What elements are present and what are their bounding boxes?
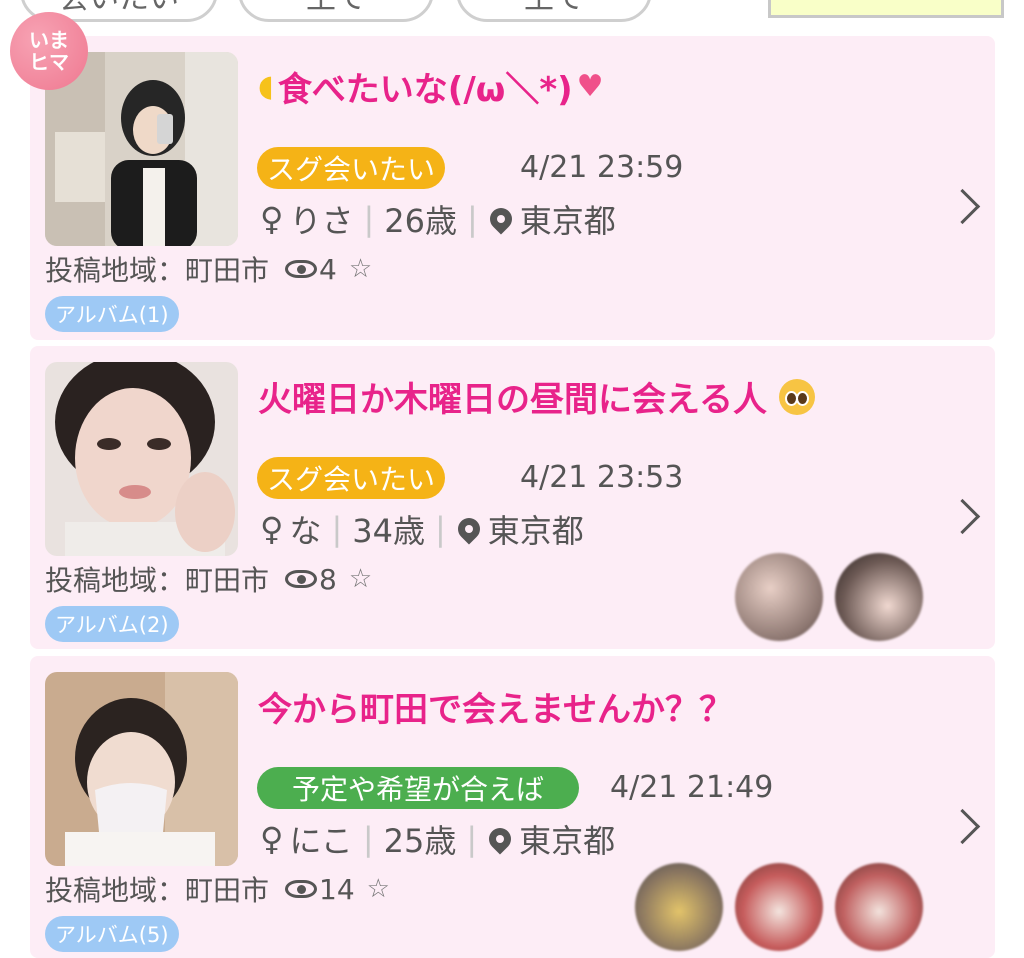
filter-label: 会いたい — [59, 0, 179, 17]
user-age: 26歳 — [384, 202, 457, 240]
chevron-right-icon[interactable] — [944, 188, 981, 225]
album-label: アルバム(2) — [55, 613, 169, 637]
hima-badge-line-2: ヒマ — [29, 50, 69, 74]
user-name: りさ — [289, 202, 354, 240]
female-icon: ♀ — [260, 200, 284, 238]
divider: | — [362, 820, 374, 858]
post-datetime: 4/21 23:59 — [520, 150, 684, 185]
album-thumbnail[interactable] — [835, 863, 923, 951]
pleading-face-emoji-icon — [778, 378, 815, 415]
filter-label: 土で — [524, 0, 584, 17]
post-region-row: 投稿地域：町田市 8 ☆ — [45, 559, 372, 599]
status-text: 予定や希望が合えば — [291, 773, 544, 806]
view-count: 8 — [319, 562, 337, 596]
user-meta: ♀ りさ | 26歳 | 東京都 — [260, 196, 616, 242]
user-location: 東京都 — [519, 822, 616, 860]
post-title-text: 今から町田で会えませんか？？ — [258, 690, 733, 730]
profile-photo — [45, 672, 238, 866]
user-location: 東京都 — [487, 512, 584, 550]
album-label: アルバム(5) — [55, 923, 169, 947]
album-badge[interactable]: アルバム(2) — [45, 606, 179, 642]
star-icon[interactable]: ☆ — [349, 254, 372, 284]
post-region-row: 投稿地域：町田市 14 ☆ — [45, 869, 390, 909]
view-count: 14 — [319, 872, 355, 906]
post-card[interactable]: 火曜日か木曜日の昼間に会える人 スグ会いたい 4/21 23:53 ♀ な | … — [30, 346, 995, 649]
user-name: にこ — [289, 822, 353, 860]
status-badge: スグ会いたい — [257, 147, 445, 189]
album-thumbnail[interactable] — [835, 553, 923, 641]
star-icon[interactable]: ☆ — [367, 874, 390, 904]
status-text: スグ会いたい — [266, 153, 435, 186]
post-card[interactable]: いま ヒマ ◖ 食べたいな(/ω＼*) ♥ スグ会いたい 4/21 23:59 … — [10, 12, 995, 340]
status-text: スグ会いたい — [266, 463, 435, 496]
album-thumbnail[interactable] — [635, 863, 723, 951]
map-pin-icon — [453, 513, 485, 545]
profile-photo — [45, 52, 238, 246]
eye-icon — [285, 570, 318, 588]
filter-pill-3[interactable]: 土で — [456, 0, 652, 22]
divider: | — [331, 510, 343, 548]
user-meta: ♀ な | 34歳 | 東京都 — [260, 506, 584, 552]
album-badge[interactable]: アルバム(5) — [45, 916, 179, 952]
user-name: な — [289, 512, 322, 550]
user-location: 東京都 — [519, 202, 616, 240]
post-datetime: 4/21 23:53 — [520, 460, 684, 495]
post-title[interactable]: ◖ 食べたいな(/ω＼*) ♥ — [258, 62, 604, 111]
album-label: アルバム(1) — [55, 303, 169, 327]
user-meta: ♀ にこ | 25歳 | 東京都 — [260, 816, 615, 862]
post-region: 投稿地域：町田市 — [45, 254, 270, 287]
post-datetime: 4/21 21:49 — [610, 770, 774, 805]
female-icon: ♀ — [260, 510, 284, 548]
post-title[interactable]: 火曜日か木曜日の昼間に会える人 — [258, 372, 815, 421]
user-age: 34歳 — [352, 512, 425, 550]
view-count: 4 — [319, 252, 337, 286]
status-badge: 予定や希望が合えば — [257, 767, 579, 809]
female-icon: ♀ — [260, 820, 284, 858]
post-region: 投稿地域：町田市 — [45, 564, 270, 597]
hima-badge: いま ヒマ — [10, 12, 88, 90]
sparkling-heart-emoji-icon: ♥ — [576, 69, 604, 104]
post-region-row: 投稿地域：町田市 4 ☆ — [45, 249, 372, 289]
filter-pill-2[interactable]: 土で — [238, 0, 434, 22]
album-thumbnail[interactable] — [735, 863, 823, 951]
top-search-box[interactable] — [768, 0, 1004, 18]
chevron-right-icon[interactable] — [944, 808, 981, 845]
post-title-text: 食べたいな(/ω＼*) — [277, 70, 573, 110]
map-pin-icon — [485, 203, 517, 235]
divider: | — [363, 200, 375, 238]
hima-badge-line-1: いま — [29, 28, 69, 52]
divider: | — [466, 200, 478, 238]
profile-photo — [45, 362, 238, 556]
album-thumbnail[interactable] — [735, 553, 823, 641]
post-region: 投稿地域：町田市 — [45, 874, 270, 907]
album-badge[interactable]: アルバム(1) — [45, 296, 179, 332]
post-card[interactable]: 今から町田で会えませんか？？ 予定や希望が合えば 4/21 21:49 ♀ にこ… — [30, 656, 995, 958]
post-title[interactable]: 今から町田で会えませんか？？ — [258, 682, 733, 731]
banana-emoji-icon: ◖ — [258, 69, 274, 104]
filter-label: 土で — [306, 0, 366, 17]
divider: | — [466, 820, 478, 858]
star-icon[interactable]: ☆ — [349, 564, 372, 594]
user-age: 25歳 — [383, 822, 457, 860]
eye-icon — [285, 880, 318, 898]
eye-icon — [285, 260, 318, 278]
chevron-right-icon[interactable] — [944, 498, 981, 535]
map-pin-icon — [484, 823, 516, 855]
post-title-text: 火曜日か木曜日の昼間に会える人 — [258, 380, 767, 420]
status-badge: スグ会いたい — [257, 457, 445, 499]
divider: | — [434, 510, 446, 548]
